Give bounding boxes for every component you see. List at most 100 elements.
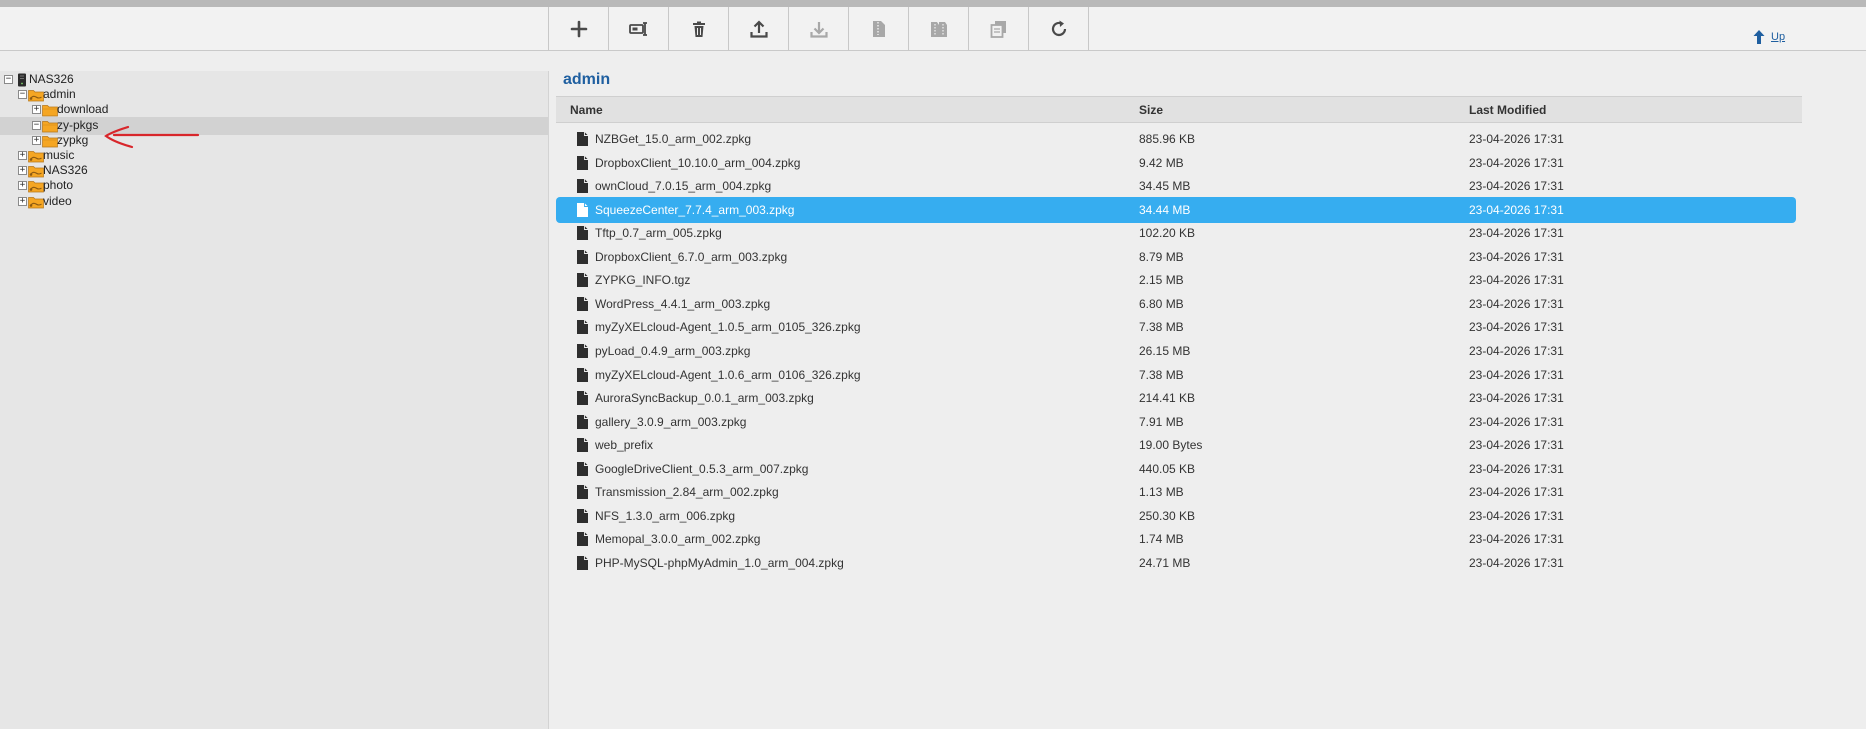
collapse-icon[interactable]: −: [32, 120, 41, 130]
collapse-icon[interactable]: −: [4, 75, 13, 84]
file-row[interactable]: GoogleDriveClient_0.5.3_arm_007.zpkg 440.…: [556, 456, 1796, 482]
file-row[interactable]: gallery_3.0.9_arm_003.zpkg 7.91 MB 23-04-2…: [556, 409, 1796, 435]
folder-icon: [42, 135, 58, 148]
file-row[interactable]: ownCloud_7.0.15_arm_004.zpkg 34.45 MB 23-0…: [556, 173, 1796, 199]
arrow-up-icon: [1753, 30, 1765, 44]
file-name: Tftp_0.7_arm_005.zpkg: [595, 226, 722, 241]
folder-icon: [42, 105, 58, 117]
file-size: 7.38 MB: [1139, 320, 1184, 335]
expand-icon[interactable]: +: [32, 105, 41, 115]
file-modified: 23-04-2026 17:31: [1469, 414, 1564, 429]
file-size: 6.80 MB: [1139, 296, 1184, 311]
tree-item-video[interactable]: + video: [0, 193, 548, 211]
tree-item-label[interactable]: music: [43, 148, 74, 162]
file-size: 1.74 MB: [1139, 532, 1184, 547]
unzip-icon: [930, 22, 947, 37]
file-modified: 23-04-2026 17:31: [1469, 461, 1564, 476]
file-row[interactable]: web_prefix 19.00 Bytes 23-04-2026 17:31: [556, 432, 1796, 458]
up-link[interactable]: Up: [1752, 29, 1785, 45]
file-row[interactable]: Tftp_0.7_arm_005.zpkg 102.20 KB 23-04-2026…: [556, 220, 1796, 246]
add-button[interactable]: [549, 7, 609, 51]
upload-button[interactable]: [729, 7, 789, 51]
tree-item-label[interactable]: video: [43, 194, 72, 208]
toolbar: Up: [0, 7, 1866, 51]
expand-icon[interactable]: +: [18, 151, 27, 160]
toolbar-button-group: [548, 7, 1089, 51]
file-row[interactable]: WordPress_4.4.1_arm_003.zpkg 6.80 MB 23-04…: [556, 291, 1796, 317]
file-row[interactable]: myZyXELcloud-Agent_1.0.6_arm_0106_326.zp…: [556, 362, 1796, 388]
zip-button[interactable]: [849, 7, 909, 51]
shared-folder-icon: [28, 181, 44, 193]
rename-button[interactable]: [609, 7, 669, 51]
file-row[interactable]: SqueezeCenter_7.7.4_arm_003.zpkg 34.44 MB…: [556, 196, 1796, 223]
collapse-icon[interactable]: −: [18, 90, 27, 100]
expand-icon[interactable]: +: [32, 135, 41, 145]
tree-item-label[interactable]: download: [57, 102, 108, 116]
file-size: 214.41 KB: [1139, 391, 1196, 406]
file-size: 250.30 KB: [1139, 508, 1196, 523]
tree-item-label[interactable]: zypkg: [57, 133, 88, 147]
file-row[interactable]: pyLoad_0.4.9_arm_003.zpkg 26.15 MB 23-04-2…: [556, 338, 1796, 364]
file-modified: 23-04-2026 17:31: [1469, 555, 1564, 570]
file-size: 1.13 MB: [1139, 485, 1184, 500]
current-folder-title: admin: [563, 71, 611, 88]
file-name: DropboxClient_6.7.0_arm_003.zpkg: [595, 249, 788, 264]
download-button[interactable]: [789, 7, 849, 51]
file-name: NZBGet_15.0_arm_002.zpkg: [595, 132, 752, 146]
file-modified: 23-04-2026 17:31: [1469, 343, 1564, 358]
file-row[interactable]: NFS_1.3.0_arm_006.zpkg 250.30 KB 23-04-202…: [556, 503, 1796, 529]
file-name: PHP-MySQL-phpMyAdmin_1.0_arm_004.zpkg: [595, 555, 844, 570]
file-size: 440.05 KB: [1139, 461, 1196, 476]
download-icon: [809, 22, 828, 38]
tree-item-label[interactable]: NAS326: [29, 72, 74, 86]
file-row[interactable]: PHP-MySQL-phpMyAdmin_1.0_arm_004.zpkg 24.…: [556, 550, 1796, 576]
file-pane: admin Name Size Last Modified NZBGet_15.…: [549, 71, 1866, 729]
file-name: Transmission_2.84_arm_002.zpkg: [595, 485, 779, 500]
file-name: ZYPKG_INFO.tgz: [595, 273, 691, 288]
file-modified: 23-04-2026 17:31: [1469, 320, 1564, 335]
file-row[interactable]: Memopal_3.0.0_arm_002.zpkg 1.74 MB 23-04-2…: [556, 526, 1796, 552]
shared-folder-icon: [28, 166, 44, 178]
file-row[interactable]: ZYPKG_INFO.tgz 2.15 MB 23-04-2026 17:31: [556, 267, 1796, 293]
column-header-last-modified[interactable]: Last Modified: [1469, 103, 1546, 117]
file-size: 19.00 Bytes: [1139, 438, 1203, 453]
folder-icon: [42, 120, 58, 132]
expand-icon[interactable]: +: [18, 181, 27, 191]
tree-item-label[interactable]: NAS326: [43, 163, 88, 177]
tree-item-label[interactable]: photo: [43, 178, 73, 192]
file-table-header: Name Size Last Modified: [556, 96, 1802, 123]
file-modified: 23-04-2026 17:31: [1469, 532, 1564, 547]
file-size: 102.20 KB: [1139, 226, 1196, 241]
expand-icon[interactable]: +: [18, 166, 27, 176]
file-size: 2.15 MB: [1139, 273, 1184, 288]
delete-button[interactable]: [669, 7, 729, 51]
file-size: 34.44 MB: [1139, 202, 1191, 217]
column-header-name[interactable]: Name: [570, 103, 603, 117]
unzip-button[interactable]: [909, 7, 969, 51]
upload-icon: [749, 20, 768, 38]
file-row[interactable]: DropboxClient_6.7.0_arm_003.zpkg 8.79 MB 2…: [556, 244, 1796, 270]
shared-folder-icon: [28, 151, 44, 163]
file-modified: 23-04-2026 17:31: [1469, 367, 1564, 382]
file-row[interactable]: Transmission_2.84_arm_002.zpkg 1.13 MB 23-…: [556, 479, 1796, 505]
file-row[interactable]: NZBGet_15.0_arm_002.zpkg 885.96 KB 23-04-2…: [556, 126, 1796, 152]
file-row[interactable]: AuroraSyncBackup_0.0.1_arm_003.zpkg 214.4…: [556, 385, 1796, 411]
file-modified: 23-04-2026 17:31: [1469, 132, 1564, 146]
tree-item-label[interactable]: zy-pkgs: [57, 118, 98, 132]
file-row[interactable]: DropboxClient_10.10.0_arm_004.zpkg 9.42 M…: [556, 150, 1796, 176]
up-label[interactable]: Up: [1771, 31, 1785, 43]
refresh-button[interactable]: [1029, 7, 1089, 51]
file-size: 885.96 KB: [1139, 132, 1196, 146]
file-size: 9.42 MB: [1139, 155, 1184, 170]
file-row[interactable]: myZyXELcloud-Agent_1.0.5_arm_0105_326.zp…: [556, 314, 1796, 340]
copy-move-button[interactable]: [969, 7, 1029, 51]
expand-icon[interactable]: +: [18, 196, 27, 206]
file-name: NFS_1.3.0_arm_006.zpkg: [595, 508, 736, 523]
file-size: 34.45 MB: [1139, 179, 1191, 194]
file-modified: 23-04-2026 17:31: [1469, 155, 1564, 170]
file-modified: 23-04-2026 17:31: [1469, 273, 1564, 288]
file-name: DropboxClient_10.10.0_arm_004.zpkg: [595, 155, 801, 170]
column-header-size[interactable]: Size: [1139, 103, 1163, 117]
file-size: 7.38 MB: [1139, 367, 1184, 382]
tree-item-label[interactable]: admin: [43, 87, 76, 101]
